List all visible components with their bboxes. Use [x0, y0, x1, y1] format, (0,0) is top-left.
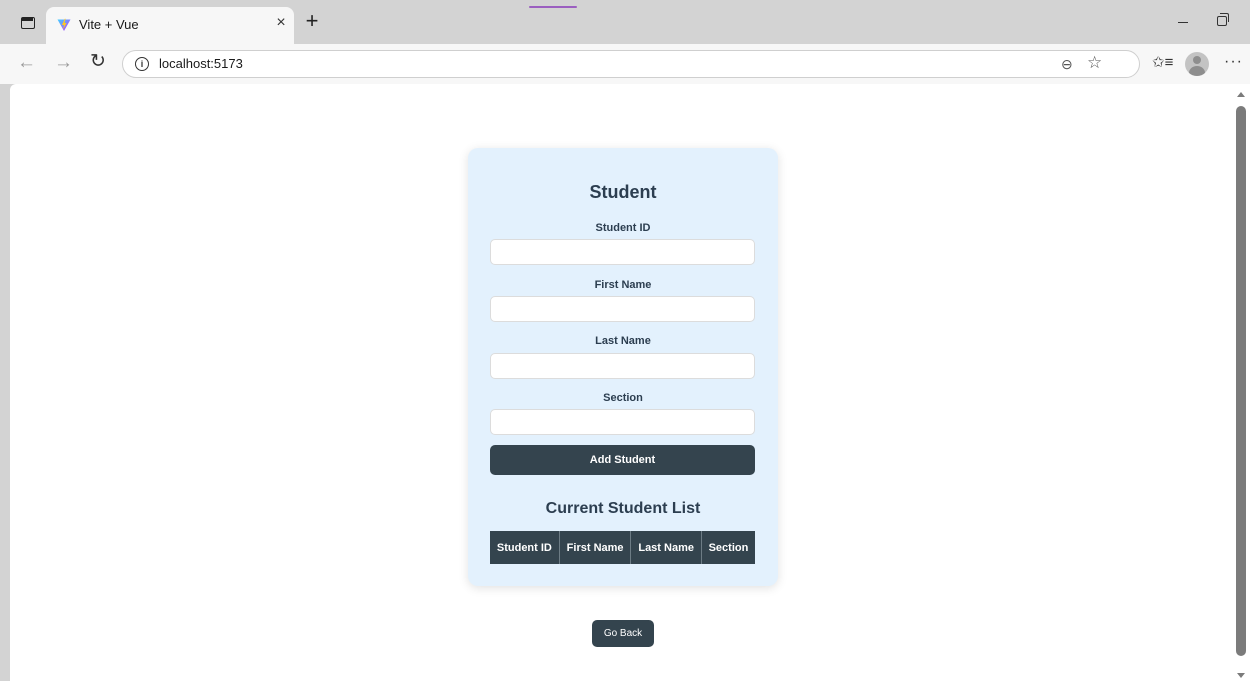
close-icon[interactable]: × [273, 15, 289, 31]
arrow-right-icon[interactable]: → [54, 53, 73, 72]
scroll-down-icon[interactable] [1237, 673, 1245, 678]
student-form-card: Student Student ID First Name Last Name … [468, 148, 778, 586]
column-header-section: Section [700, 531, 755, 564]
column-header-first-name: First Name [558, 531, 631, 564]
arrow-left-icon[interactable]: ← [17, 53, 36, 72]
first-name-label: First Name [594, 279, 652, 291]
address-bar[interactable]: i localhost:5173 ⊖ ☆ [122, 50, 1140, 78]
section-label: Section [603, 392, 643, 404]
url-text[interactable]: localhost:5173 [159, 56, 243, 71]
zoom-icon[interactable]: ⊖ [1061, 56, 1073, 73]
browser-toolbar: ← → ↻ i localhost:5173 ⊖ ☆ ✩≡ ··· [0, 44, 1250, 84]
student-id-label: Student ID [595, 222, 651, 234]
section-input[interactable] [490, 409, 755, 435]
go-back-button[interactable]: Go Back [592, 620, 654, 647]
scroll-up-icon[interactable] [1237, 92, 1245, 97]
column-header-student-id: Student ID [496, 541, 552, 554]
browser-tab[interactable]: Vite + Vue × [46, 7, 294, 44]
student-id-input[interactable] [490, 239, 755, 265]
star-icon[interactable]: ☆ [1087, 54, 1102, 72]
first-name-input[interactable] [490, 296, 755, 322]
minimize-icon[interactable] [1176, 12, 1190, 28]
restore-icon[interactable] [1217, 13, 1229, 26]
info-icon[interactable]: i [135, 57, 149, 71]
profile-avatar[interactable] [1185, 52, 1209, 76]
favorites-icon[interactable]: ✩≡ [1152, 54, 1173, 72]
tab-title: Vite + Vue [79, 17, 139, 32]
tab-bar: Vite + Vue × + [0, 0, 1250, 44]
last-name-input[interactable] [490, 353, 755, 379]
vite-logo-icon [57, 18, 71, 31]
more-icon[interactable]: ··· [1224, 52, 1243, 72]
student-list-title: Current Student List [545, 500, 701, 517]
page-title: Student [589, 182, 657, 202]
table-header-row: Student ID First Name Last Name Section [490, 531, 755, 564]
last-name-label: Last Name [595, 335, 651, 347]
plus-icon[interactable]: + [301, 10, 323, 33]
student-table: Student ID First Name Last Name Section [490, 531, 755, 564]
scrollbar-thumb[interactable] [1236, 106, 1246, 656]
column-header-last-name: Last Name [630, 531, 702, 564]
add-student-button[interactable]: Add Student [490, 445, 755, 475]
tab-group-indicator [529, 6, 577, 8]
sidebar-toggle-icon[interactable] [21, 17, 35, 29]
reload-icon[interactable]: ↻ [90, 52, 106, 72]
